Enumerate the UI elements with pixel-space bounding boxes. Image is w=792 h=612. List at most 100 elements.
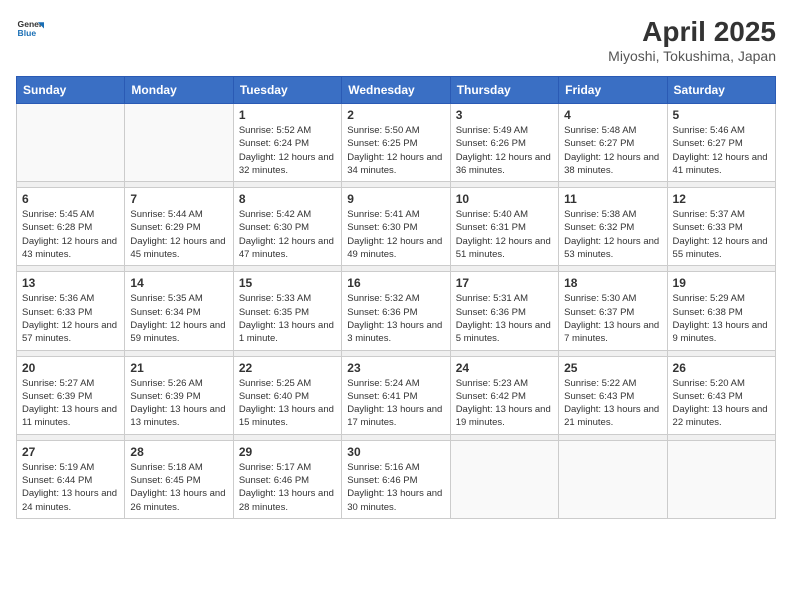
day-number: 29	[239, 445, 336, 459]
table-row: 20Sunrise: 5:27 AM Sunset: 6:39 PM Dayli…	[17, 356, 125, 434]
day-info: Sunrise: 5:50 AM Sunset: 6:25 PM Dayligh…	[347, 124, 444, 177]
header-sunday: Sunday	[17, 77, 125, 104]
table-row: 21 Sunrise: 5:26 AM Sunset: 6:39 PM Dayli…	[125, 356, 233, 434]
header-thursday: Thursday	[450, 77, 558, 104]
day-info: Sunrise: 5:24 AM Sunset: 6:41 PM Dayligh…	[347, 377, 444, 430]
day-number: 7	[130, 192, 227, 206]
calendar-week-row: 6Sunrise: 5:45 AM Sunset: 6:28 PM Daylig…	[17, 188, 776, 266]
day-info: Sunrise: 5:26 AM Sunset: 6:39 PM Dayligh…	[130, 377, 227, 430]
table-row: 10Sunrise: 5:40 AM Sunset: 6:31 PM Dayli…	[450, 188, 558, 266]
day-info: Sunrise: 5:38 AM Sunset: 6:32 PM Dayligh…	[564, 208, 661, 261]
table-row: 9 Sunrise: 5:41 AM Sunset: 6:30 PM Daylig…	[342, 188, 450, 266]
logo: General Blue	[16, 16, 44, 44]
day-number: 22	[239, 361, 336, 375]
day-info: Sunrise: 5:23 AM Sunset: 6:42 PM Dayligh…	[456, 377, 553, 430]
day-info: Sunrise: 5:17 AM Sunset: 6:46 PM Dayligh…	[239, 461, 336, 514]
day-number: 13	[22, 276, 119, 290]
table-row: 14 Sunrise: 5:35 AM Sunset: 6:34 PM Dayli…	[125, 272, 233, 350]
day-number: 26	[673, 361, 770, 375]
header-friday: Friday	[559, 77, 667, 104]
day-info: Sunrise: 5:33 AM Sunset: 6:35 PM Dayligh…	[239, 292, 336, 345]
table-row: 23 Sunrise: 5:24 AM Sunset: 6:41 PM Dayli…	[342, 356, 450, 434]
table-row: 1 Sunrise: 5:52 AM Sunset: 6:24 PM Daylig…	[233, 104, 341, 182]
day-info: Sunrise: 5:20 AM Sunset: 6:43 PM Dayligh…	[673, 377, 770, 430]
day-info: Sunrise: 5:16 AM Sunset: 6:46 PM Dayligh…	[347, 461, 444, 514]
day-info: Sunrise: 5:27 AM Sunset: 6:39 PM Dayligh…	[22, 377, 119, 430]
calendar-subtitle: Miyoshi, Tokushima, Japan	[608, 48, 776, 64]
table-row	[667, 440, 775, 518]
day-info: Sunrise: 5:40 AM Sunset: 6:31 PM Dayligh…	[456, 208, 553, 261]
table-row: 4 Sunrise: 5:48 AM Sunset: 6:27 PM Daylig…	[559, 104, 667, 182]
logo-icon: General Blue	[16, 16, 44, 44]
day-info: Sunrise: 5:49 AM Sunset: 6:26 PM Dayligh…	[456, 124, 553, 177]
header-saturday: Saturday	[667, 77, 775, 104]
day-number: 30	[347, 445, 444, 459]
table-row: 27 Sunrise: 5:19 AM Sunset: 6:44 PM Dayli…	[17, 440, 125, 518]
table-row: 12 Sunrise: 5:37 AM Sunset: 6:33 PM Dayli…	[667, 188, 775, 266]
calendar-table: Sunday Monday Tuesday Wednesday Thursday…	[16, 76, 776, 519]
day-number: 21	[130, 361, 227, 375]
day-number: 6	[22, 192, 119, 206]
table-row: 5Sunrise: 5:46 AM Sunset: 6:27 PM Daylig…	[667, 104, 775, 182]
day-info: Sunrise: 5:42 AM Sunset: 6:30 PM Dayligh…	[239, 208, 336, 261]
day-number: 15	[239, 276, 336, 290]
table-row	[125, 104, 233, 182]
table-row: 3Sunrise: 5:49 AM Sunset: 6:26 PM Daylig…	[450, 104, 558, 182]
day-info: Sunrise: 5:25 AM Sunset: 6:40 PM Dayligh…	[239, 377, 336, 430]
day-info: Sunrise: 5:36 AM Sunset: 6:33 PM Dayligh…	[22, 292, 119, 345]
table-row: 29 Sunrise: 5:17 AM Sunset: 6:46 PM Dayli…	[233, 440, 341, 518]
day-info: Sunrise: 5:29 AM Sunset: 6:38 PM Dayligh…	[673, 292, 770, 345]
day-info: Sunrise: 5:31 AM Sunset: 6:36 PM Dayligh…	[456, 292, 553, 345]
day-info: Sunrise: 5:32 AM Sunset: 6:36 PM Dayligh…	[347, 292, 444, 345]
day-number: 11	[564, 192, 661, 206]
day-info: Sunrise: 5:52 AM Sunset: 6:24 PM Dayligh…	[239, 124, 336, 177]
day-number: 9	[347, 192, 444, 206]
header-monday: Monday	[125, 77, 233, 104]
calendar-week-row: 27 Sunrise: 5:19 AM Sunset: 6:44 PM Dayli…	[17, 440, 776, 518]
day-number: 27	[22, 445, 119, 459]
day-info: Sunrise: 5:46 AM Sunset: 6:27 PM Dayligh…	[673, 124, 770, 177]
day-info: Sunrise: 5:35 AM Sunset: 6:34 PM Dayligh…	[130, 292, 227, 345]
table-row: 16 Sunrise: 5:32 AM Sunset: 6:36 PM Dayli…	[342, 272, 450, 350]
table-row: 15 Sunrise: 5:33 AM Sunset: 6:35 PM Dayli…	[233, 272, 341, 350]
day-number: 17	[456, 276, 553, 290]
day-info: Sunrise: 5:22 AM Sunset: 6:43 PM Dayligh…	[564, 377, 661, 430]
table-row: 28 Sunrise: 5:18 AM Sunset: 6:45 PM Dayli…	[125, 440, 233, 518]
day-number: 25	[564, 361, 661, 375]
day-info: Sunrise: 5:18 AM Sunset: 6:45 PM Dayligh…	[130, 461, 227, 514]
day-number: 18	[564, 276, 661, 290]
title-area: April 2025 Miyoshi, Tokushima, Japan	[608, 16, 776, 64]
day-number: 12	[673, 192, 770, 206]
table-row: 30 Sunrise: 5:16 AM Sunset: 6:46 PM Dayli…	[342, 440, 450, 518]
table-row: 25 Sunrise: 5:22 AM Sunset: 6:43 PM Dayli…	[559, 356, 667, 434]
table-row: 8Sunrise: 5:42 AM Sunset: 6:30 PM Daylig…	[233, 188, 341, 266]
day-info: Sunrise: 5:19 AM Sunset: 6:44 PM Dayligh…	[22, 461, 119, 514]
day-number: 2	[347, 108, 444, 122]
table-row: 17 Sunrise: 5:31 AM Sunset: 6:36 PM Dayli…	[450, 272, 558, 350]
day-info: Sunrise: 5:41 AM Sunset: 6:30 PM Dayligh…	[347, 208, 444, 261]
day-number: 28	[130, 445, 227, 459]
calendar-week-row: 13 Sunrise: 5:36 AM Sunset: 6:33 PM Dayli…	[17, 272, 776, 350]
table-row: 2 Sunrise: 5:50 AM Sunset: 6:25 PM Daylig…	[342, 104, 450, 182]
day-number: 16	[347, 276, 444, 290]
day-number: 24	[456, 361, 553, 375]
header: General Blue April 2025 Miyoshi, Tokushi…	[16, 16, 776, 64]
day-number: 14	[130, 276, 227, 290]
day-info: Sunrise: 5:37 AM Sunset: 6:33 PM Dayligh…	[673, 208, 770, 261]
header-tuesday: Tuesday	[233, 77, 341, 104]
calendar-title: April 2025	[608, 16, 776, 48]
day-info: Sunrise: 5:30 AM Sunset: 6:37 PM Dayligh…	[564, 292, 661, 345]
day-info: Sunrise: 5:48 AM Sunset: 6:27 PM Dayligh…	[564, 124, 661, 177]
table-row: 18 Sunrise: 5:30 AM Sunset: 6:37 PM Dayli…	[559, 272, 667, 350]
weekday-header-row: Sunday Monday Tuesday Wednesday Thursday…	[17, 77, 776, 104]
day-number: 4	[564, 108, 661, 122]
day-number: 1	[239, 108, 336, 122]
header-wednesday: Wednesday	[342, 77, 450, 104]
table-row: 11 Sunrise: 5:38 AM Sunset: 6:32 PM Dayli…	[559, 188, 667, 266]
table-row	[450, 440, 558, 518]
table-row	[559, 440, 667, 518]
table-row: 6Sunrise: 5:45 AM Sunset: 6:28 PM Daylig…	[17, 188, 125, 266]
svg-text:Blue: Blue	[18, 28, 37, 38]
day-number: 23	[347, 361, 444, 375]
table-row: 22 Sunrise: 5:25 AM Sunset: 6:40 PM Dayli…	[233, 356, 341, 434]
